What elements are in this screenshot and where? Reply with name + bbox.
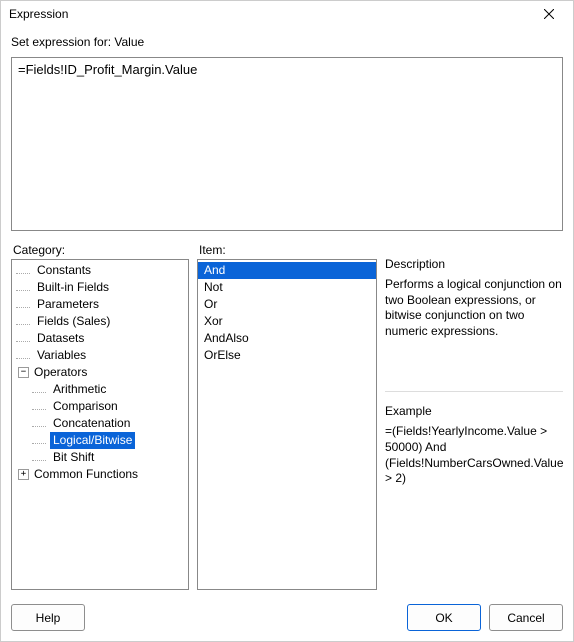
tree-item[interactable]: Constants [16,262,188,279]
description-heading: Description [385,257,563,271]
item-label: Item: [199,243,377,257]
tree-branch-icon [32,438,46,444]
close-button[interactable] [531,2,567,26]
titlebar: Expression [1,1,573,27]
category-label: Category: [13,243,189,257]
list-item[interactable]: Xor [198,313,376,330]
example-block: Example =(Fields!YearlyIncome.Value > 50… [385,404,563,486]
tree-item[interactable]: Comparison [32,398,188,415]
tree-branch-icon [16,302,30,308]
tree-item-label: Concatenation [50,415,133,432]
expand-icon[interactable]: + [18,469,29,480]
tree-branch-icon [32,387,46,393]
category-tree[interactable]: ConstantsBuilt-in FieldsParametersFields… [11,259,189,590]
item-list[interactable]: AndNotOrXorAndAlsoOrElse [197,259,377,590]
tree-item[interactable]: Arithmetic [32,381,188,398]
close-icon [544,9,554,19]
tree-item[interactable]: Built-in Fields [16,279,188,296]
tree-item[interactable]: Fields (Sales) [16,313,188,330]
tree-item-label: Built-in Fields [34,279,112,296]
lower-panels: Category: ConstantsBuilt-in FieldsParame… [11,237,563,590]
tree-branch-icon [32,404,46,410]
tree-item-label: Common Functions [31,466,141,483]
tree-item-label: Comparison [50,398,121,415]
tree-item[interactable]: +Common Functions [16,466,188,483]
tree-item-label: Datasets [34,330,87,347]
tree-item-label: Parameters [34,296,102,313]
tree-branch-icon [16,285,30,291]
tree-item[interactable]: Datasets [16,330,188,347]
prompt-label: Set expression for: Value [11,35,563,49]
tree-item-label: Fields (Sales) [34,313,113,330]
window-title: Expression [9,7,531,21]
footer: Help OK Cancel [1,598,573,641]
tree-item-label: Logical/Bitwise [50,432,135,449]
tree-item-label: Variables [34,347,89,364]
tree-item-label: Arithmetic [50,381,109,398]
category-column: Category: ConstantsBuilt-in FieldsParame… [11,237,189,590]
tree-branch-icon [16,336,30,342]
cancel-button[interactable]: Cancel [489,604,563,631]
expression-textbox[interactable]: =Fields!ID_Profit_Margin.Value [11,57,563,231]
example-heading: Example [385,404,563,418]
tree-branch-icon [32,455,46,461]
tree-item-label: Constants [34,262,94,279]
list-item[interactable]: OrElse [198,347,376,364]
collapse-icon[interactable]: − [18,367,29,378]
help-button[interactable]: Help [11,604,85,631]
description-column: Description Performs a logical conjuncti… [385,237,563,590]
tree-item[interactable]: Bit Shift [32,449,188,466]
description-block: Description Performs a logical conjuncti… [385,257,563,339]
list-item[interactable]: AndAlso [198,330,376,347]
example-text: =(Fields!YearlyIncome.Value > 50000) And… [385,424,563,486]
description-text: Performs a logical conjunction on two Bo… [385,277,563,339]
list-item[interactable]: Or [198,296,376,313]
divider [385,391,563,392]
tree-item[interactable]: Variables [16,347,188,364]
ok-button[interactable]: OK [407,604,481,631]
tree-item[interactable]: Logical/Bitwise [32,432,188,449]
content-area: Set expression for: Value =Fields!ID_Pro… [1,27,573,598]
list-item[interactable]: Not [198,279,376,296]
tree-branch-icon [16,353,30,359]
tree-branch-icon [16,319,30,325]
list-item[interactable]: And [198,262,376,279]
prompt-prefix: Set expression for: [11,35,114,49]
tree-item-label: Operators [31,364,90,381]
tree-item[interactable]: −Operators [16,364,188,381]
tree-item[interactable]: Concatenation [32,415,188,432]
tree-branch-icon [16,268,30,274]
tree-item-label: Bit Shift [50,449,97,466]
tree-item[interactable]: Parameters [16,296,188,313]
expression-text: =Fields!ID_Profit_Margin.Value [18,62,197,77]
tree-branch-icon [32,421,46,427]
prompt-target: Value [114,35,144,49]
item-column: Item: AndNotOrXorAndAlsoOrElse [197,237,377,590]
expression-dialog: Expression Set expression for: Value =Fi… [0,0,574,642]
